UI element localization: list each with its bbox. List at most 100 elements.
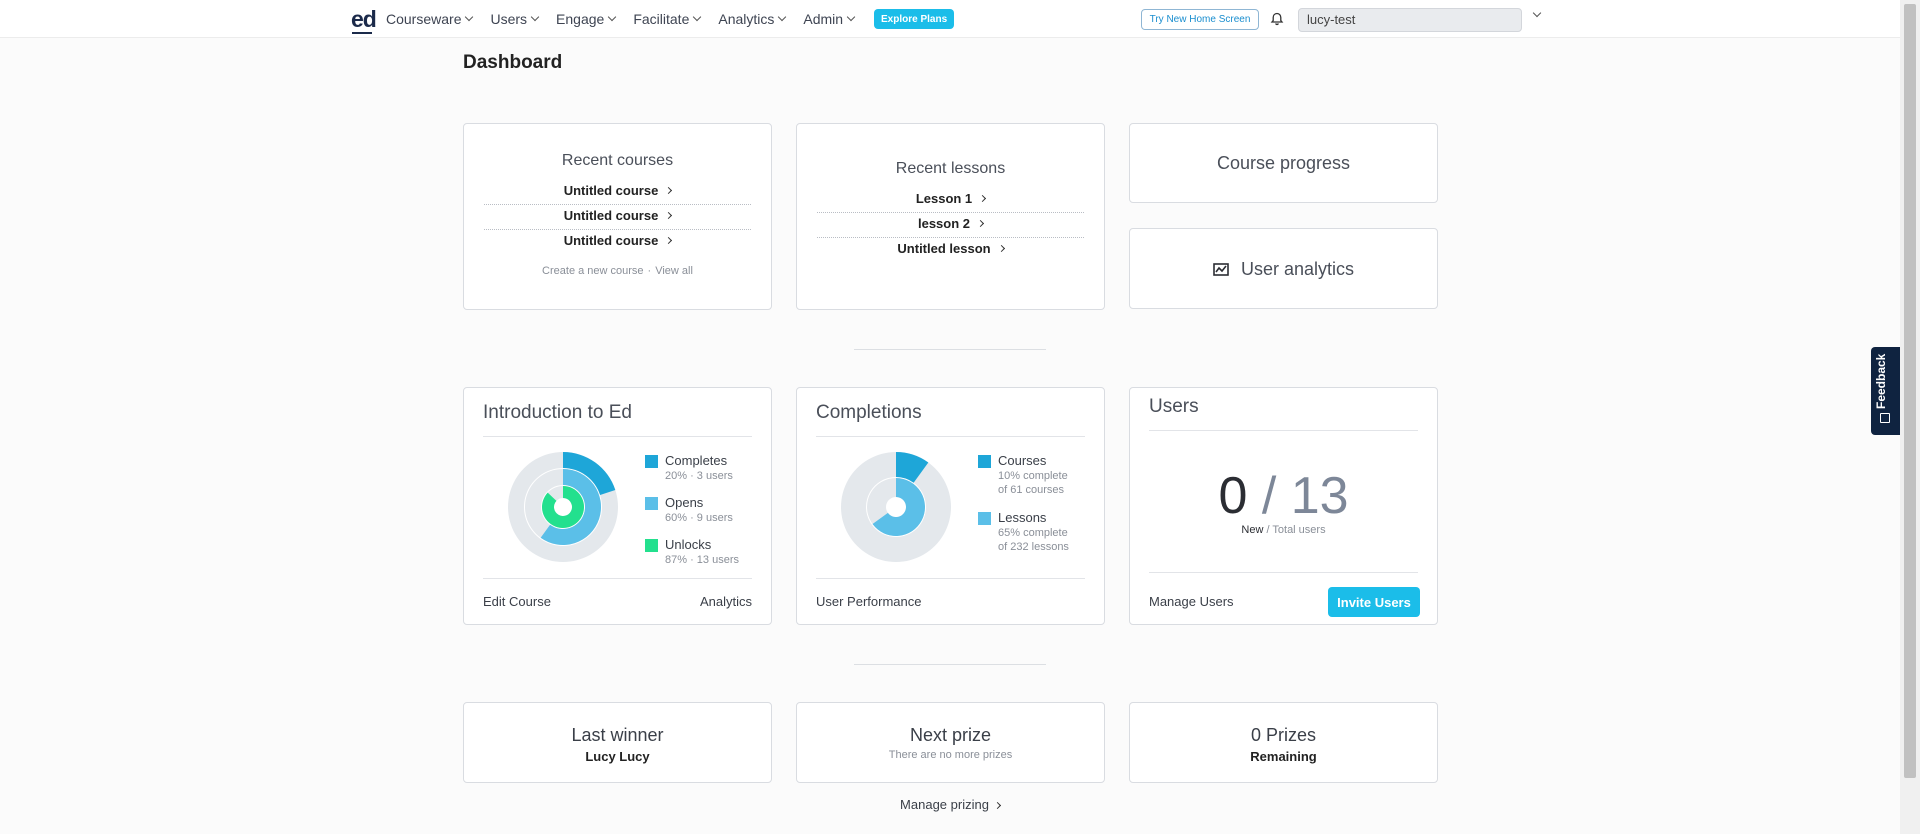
invite-users-button[interactable]: Invite Users (1328, 587, 1420, 617)
main-menu: Courseware Users Engage Facilitate Analy… (386, 0, 856, 38)
chevron-down-icon (778, 12, 787, 22)
user-count-caption: New / Total users (1130, 524, 1437, 536)
total-users-count: 13 (1290, 467, 1349, 525)
feedback-tab[interactable]: Feedback (1871, 347, 1900, 435)
chevron-right-icon (665, 236, 673, 245)
notification-bell-icon[interactable] (1270, 12, 1284, 26)
recent-lesson-link[interactable]: Lesson 1 (817, 186, 1084, 211)
course-name: Untitled course (563, 233, 659, 248)
user-analytics-title: User analytics (1130, 259, 1437, 280)
divider (483, 578, 752, 579)
card-title: Users (1149, 396, 1199, 417)
course-name: Untitled course (563, 183, 659, 198)
divider (1149, 572, 1418, 573)
recent-lesson-link[interactable]: Untitled lesson (817, 236, 1084, 261)
lesson-name: lesson 2 (917, 216, 971, 231)
recent-lessons-card: Recent lessons Lesson 1 lesson 2 Untitle… (796, 123, 1105, 310)
completions-chart (841, 452, 951, 562)
view-all-link[interactable]: View all (655, 265, 693, 277)
card-title: Completions (816, 402, 922, 423)
nav-item-users[interactable]: Users (490, 11, 540, 27)
card-title: Introduction to Ed (483, 402, 632, 423)
lesson-name: Lesson 1 (915, 191, 973, 206)
legend-detail: 87% · 13 users (665, 554, 739, 566)
new-caption: New (1241, 524, 1264, 536)
logo-text: ed (351, 6, 377, 32)
legend-swatch (978, 455, 991, 468)
legend-name: Unlocks (665, 537, 712, 552)
nav-item-label: Admin (803, 11, 844, 27)
legend-detail: of 61 courses (998, 484, 1065, 496)
chevron-down-icon[interactable] (1532, 8, 1542, 18)
legend-name: Completes (665, 453, 728, 468)
nav-item-courseware[interactable]: Courseware (386, 11, 474, 27)
nav-item-label: Courseware (386, 11, 462, 27)
nav-item-label: Analytics (718, 11, 775, 27)
chevron-down-icon (693, 12, 702, 22)
nav-item-facilitate[interactable]: Facilitate (633, 11, 702, 27)
recent-lesson-link[interactable]: lesson 2 (817, 211, 1084, 236)
manage-prizing-link[interactable]: Manage prizing (0, 797, 1900, 812)
ed-logo[interactable]: ed (351, 6, 377, 34)
feedback-label: Feedback (1874, 353, 1888, 409)
last-winner-card: Last winner Lucy Lucy (463, 702, 772, 783)
recent-course-link[interactable]: Untitled course (484, 203, 751, 228)
vertical-scrollbar[interactable] (1900, 0, 1920, 834)
next-prize-status: There are no more prizes (888, 749, 1013, 761)
legend-detail: 65% complete (998, 527, 1068, 539)
legend-name: Courses (998, 453, 1047, 468)
chevron-right-icon (997, 244, 1005, 253)
course-actions: Create a new course · View all (464, 265, 771, 277)
chevron-right-icon (665, 186, 673, 195)
chevron-down-icon (465, 12, 474, 22)
user-performance-link[interactable]: User Performance (816, 594, 921, 609)
nav-item-label: Engage (556, 11, 605, 27)
legend-detail: 60% · 9 users (665, 512, 733, 524)
lesson-name: Untitled lesson (897, 241, 991, 256)
legend-detail: 20% · 3 users (665, 470, 733, 482)
page-title: Dashboard (463, 52, 563, 73)
nav-item-label: Facilitate (633, 11, 690, 27)
course-name: Untitled course (563, 208, 659, 223)
chevron-right-icon (665, 211, 673, 220)
divider (816, 436, 1085, 437)
feedback-envelope-icon (1880, 413, 1890, 423)
chevron-right-icon (976, 219, 985, 228)
top-navigation-bar: ed Courseware Users Engage Facilitate An… (0, 0, 1900, 38)
recent-course-link[interactable]: Untitled course (484, 228, 751, 253)
card-title: 0 Prizes (1250, 725, 1317, 745)
chevron-down-icon (530, 12, 540, 22)
legend-name: Opens (665, 495, 704, 510)
nav-item-analytics[interactable]: Analytics (718, 11, 787, 27)
analytics-link[interactable]: Analytics (700, 594, 752, 609)
course-progress-card[interactable]: Course progress (1129, 123, 1438, 203)
card-title: Course progress (1216, 153, 1351, 173)
edit-course-link[interactable]: Edit Course (483, 594, 551, 609)
legend-detail: of 232 lessons (998, 541, 1069, 553)
user-account-select[interactable]: lucy-test (1298, 8, 1522, 32)
chart-icon (1213, 263, 1229, 276)
introduction-course-card: Introduction to Ed Completes 20% · 3 use… (463, 387, 772, 625)
recent-courses-card: Recent courses Untitled course Untitled … (463, 123, 772, 310)
card-title: Next prize (909, 725, 992, 745)
divider (816, 578, 1085, 579)
completions-card: Completions Courses 10% complete of 61 c… (796, 387, 1105, 625)
user-analytics-card[interactable]: User analytics (1129, 228, 1438, 309)
prizes-remaining-label: Remaining (1250, 749, 1317, 764)
try-new-home-screen-button[interactable]: Try New Home Screen (1141, 9, 1259, 30)
nav-item-admin[interactable]: Admin (803, 11, 856, 27)
nav-item-engage[interactable]: Engage (556, 11, 617, 27)
manage-prizing-label: Manage prizing (900, 797, 989, 812)
chevron-right-icon (993, 801, 1001, 810)
explore-plans-button[interactable]: Explore Plans (874, 9, 955, 29)
create-new-course-link[interactable]: Create a new course (542, 265, 644, 277)
legend-swatch (645, 455, 658, 468)
section-separator (854, 664, 1046, 665)
count-slash: / (1261, 467, 1277, 525)
scrollbar-thumb[interactable] (1904, 4, 1916, 778)
user-count: 0 / 13 (1130, 466, 1437, 526)
users-card: Users 0 / 13 New / Total users Manage Us… (1129, 387, 1438, 625)
nav-item-label: Users (490, 11, 528, 27)
recent-course-link[interactable]: Untitled course (484, 178, 751, 203)
manage-users-link[interactable]: Manage Users (1149, 594, 1234, 609)
